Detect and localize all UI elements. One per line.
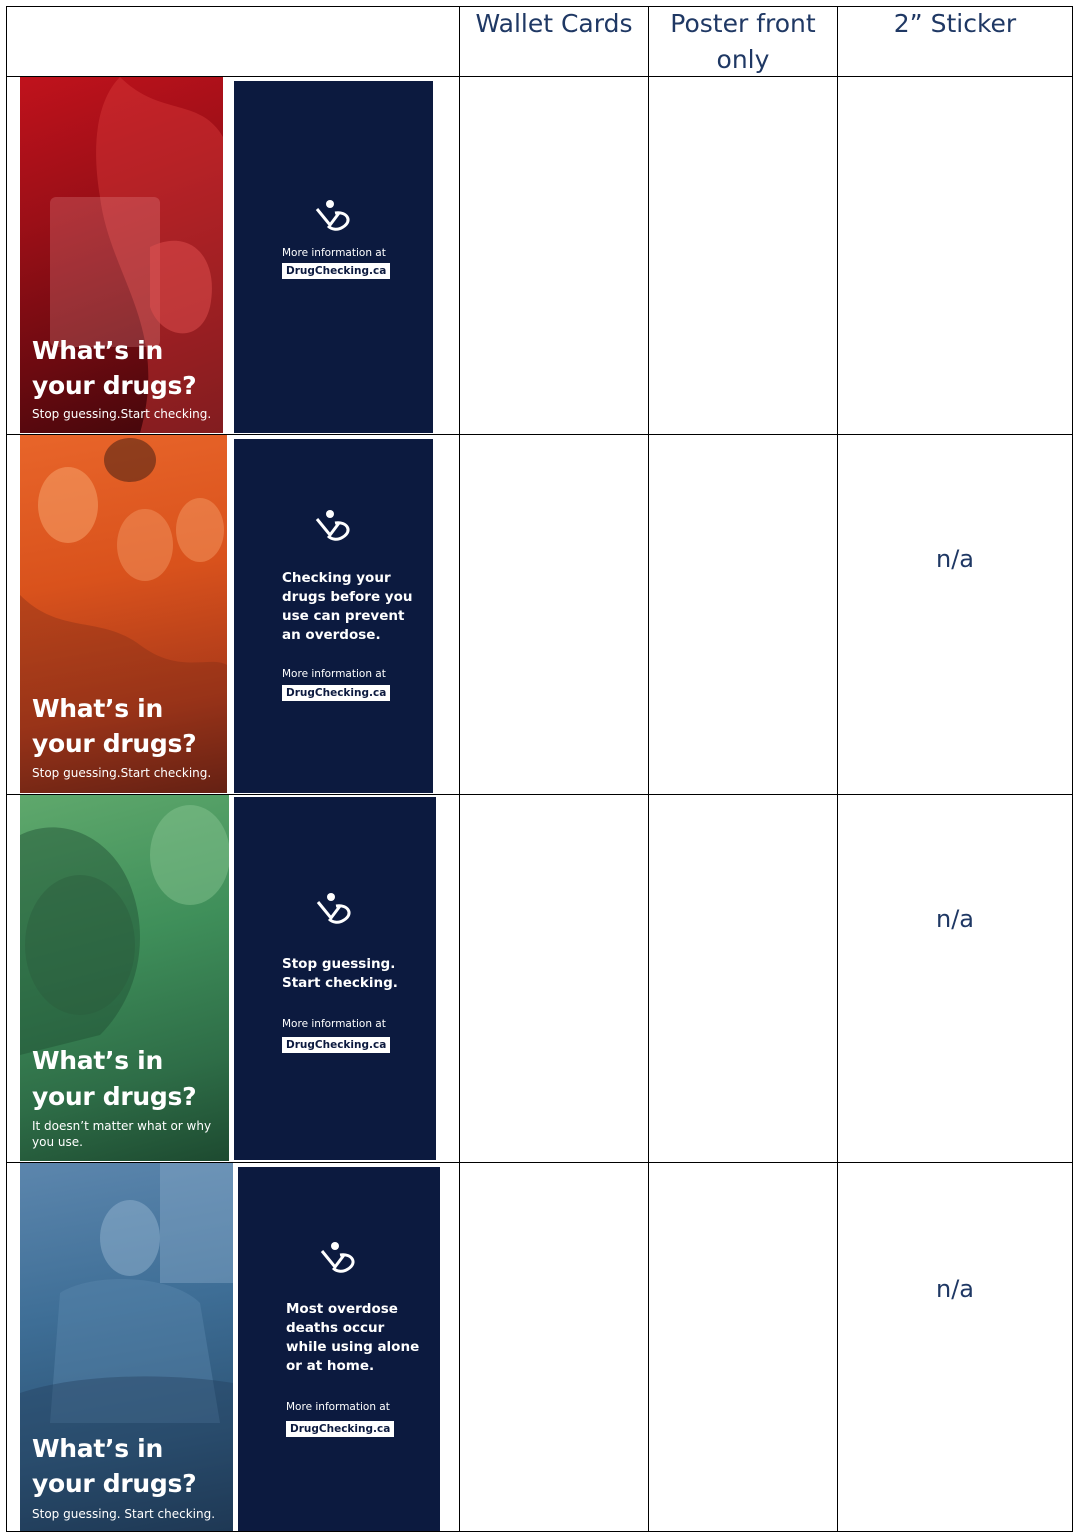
card-front-red: What’s in your drugs? Stop guessing.Star…	[20, 77, 223, 433]
tagline: Stop guessing.Start checking.	[32, 766, 212, 780]
card-back: Stop guessing. Start checking. More info…	[234, 797, 436, 1160]
headline-line1: What’s in	[32, 1434, 163, 1463]
headline-line2: your drugs?	[32, 1082, 197, 1111]
site-url: DrugChecking.ca	[282, 1037, 391, 1053]
tagline: It doesn’t matter what or why you use.	[32, 1119, 212, 1149]
column-divider	[837, 6, 838, 1532]
back-message: Most overdose deaths occur while using a…	[286, 1301, 420, 1374]
drugchecking-logo-icon	[315, 200, 350, 231]
headline-line1: What’s in	[32, 1046, 163, 1075]
header-sticker: 2” Sticker	[893, 9, 1017, 38]
drugchecking-logo-icon	[320, 1242, 355, 1273]
more-info-label: More information at	[286, 1401, 390, 1413]
more-info-label: More information at	[282, 247, 386, 259]
headline-line2: your drugs?	[32, 1469, 197, 1498]
site-url: DrugChecking.ca	[282, 685, 391, 701]
more-info-label: More information at	[282, 1018, 386, 1030]
card-front-green: What’s in your drugs? It doesn’t matter …	[20, 795, 229, 1161]
back-message: Checking your drugs before you use can p…	[282, 570, 413, 643]
sticker-na: n/a	[935, 545, 974, 573]
site-url: DrugChecking.ca	[282, 263, 391, 279]
card-back: Most overdose deaths occur while using a…	[238, 1167, 440, 1531]
headline-line2: your drugs?	[32, 729, 197, 758]
sticker-na: n/a	[935, 1275, 974, 1303]
drugchecking-logo-icon	[315, 510, 350, 541]
headline-line1: What’s in	[32, 694, 163, 723]
back-message: Stop guessing. Start checking.	[282, 956, 398, 991]
site-url: DrugChecking.ca	[286, 1421, 395, 1437]
tagline: Stop guessing. Start checking.	[32, 1507, 216, 1521]
drugchecking-logo-icon	[316, 893, 351, 924]
headline-line1: What’s in	[32, 336, 163, 365]
column-divider	[459, 6, 460, 1532]
header-wallet-cards: Wallet Cards	[475, 9, 633, 38]
table-border-left	[6, 6, 7, 1532]
column-divider	[648, 6, 649, 1532]
card-front-orange: What’s in your drugs? Stop guessing.Star…	[20, 435, 227, 793]
card-back: Checking your drugs before you use can p…	[234, 439, 433, 793]
card-back: More information at DrugChecking.ca	[234, 81, 433, 433]
headline-line2: your drugs?	[32, 371, 197, 400]
more-info-label: More information at	[282, 668, 386, 680]
sticker-na: n/a	[935, 905, 974, 933]
card-front-blue: What’s in your drugs? Stop guessing. Sta…	[20, 1163, 233, 1531]
tagline: Stop guessing.Start checking.	[32, 407, 212, 421]
header-poster-front-only: Poster front only	[670, 9, 816, 74]
